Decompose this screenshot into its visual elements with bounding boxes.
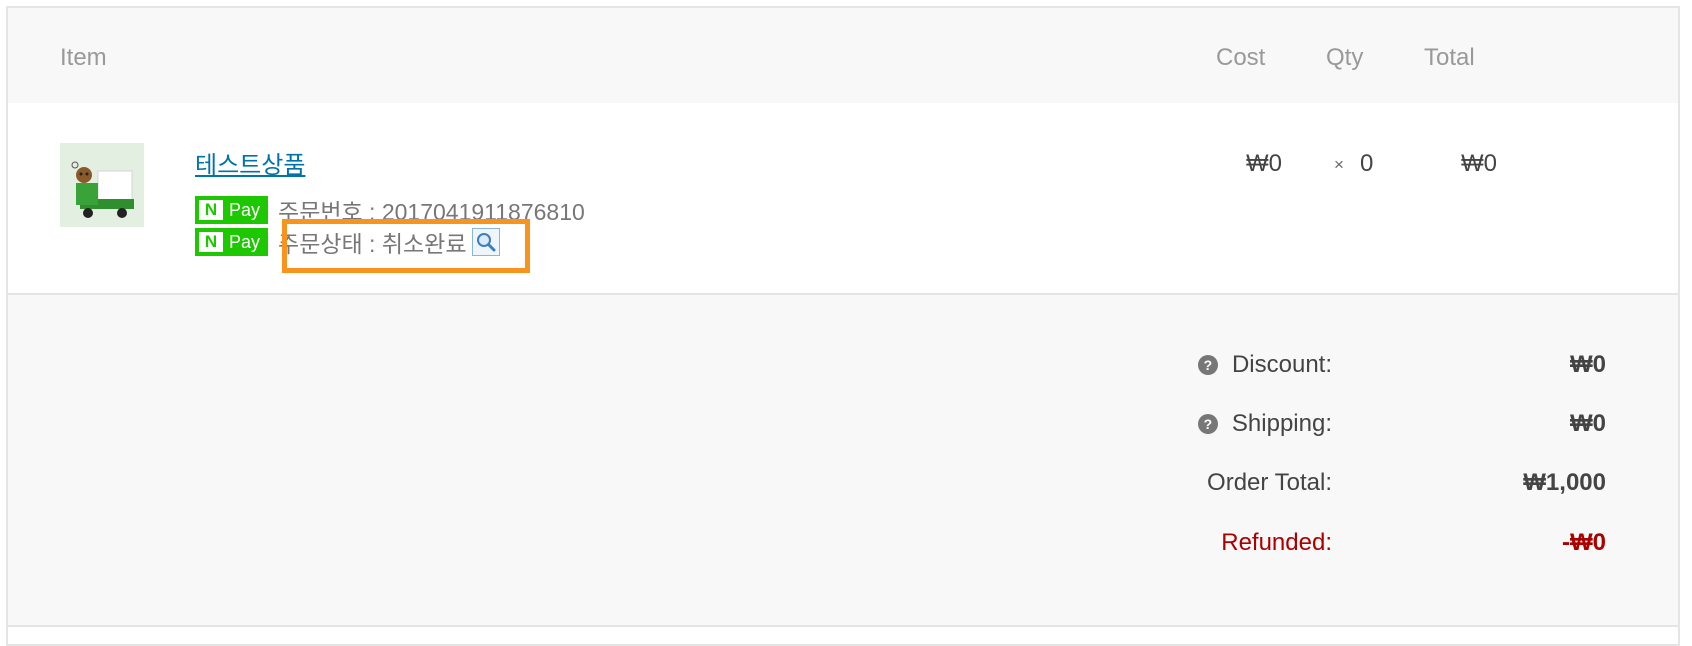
discount-row: ? Discount: ₩0	[8, 351, 1678, 391]
item-qty: 0	[1360, 150, 1374, 177]
refunded-label: Refunded:	[1221, 529, 1332, 556]
status-highlight-box	[282, 219, 530, 273]
discount-label: Discount:	[1231, 351, 1332, 378]
npay-badge: N Pay	[195, 196, 269, 224]
header-cost: Cost	[1216, 44, 1266, 71]
product-thumbnail[interactable]	[60, 143, 144, 227]
order-total-row: Order Total: ₩1,000	[8, 469, 1678, 509]
item-cost: ₩0	[1246, 150, 1282, 177]
refunded-value: -₩0	[1562, 529, 1606, 556]
shipping-value: ₩0	[1570, 410, 1606, 437]
table-row: 테스트상품 N Pay 주문번호 : 2017041911876810 N Pa…	[8, 103, 1678, 295]
npay-n-logo: N	[199, 232, 223, 252]
npay-pay-text: Pay	[229, 231, 261, 252]
header-qty: Qty	[1326, 44, 1364, 71]
help-icon[interactable]: ?	[1197, 414, 1218, 434]
times-sign: ×	[1334, 155, 1344, 174]
npay-badge: N Pay	[195, 228, 269, 256]
help-icon[interactable]: ?	[1197, 355, 1218, 375]
order-items-panel: Item Cost Qty Total 테스트상품 N Pay 주문번호: 2…	[6, 6, 1680, 646]
order-total-label: Order Total:	[1207, 469, 1332, 496]
item-total: ₩0	[1461, 150, 1497, 177]
refunded-row: Refunded: -₩0	[8, 529, 1678, 569]
shipping-label-wrap: ? Shipping:	[1197, 410, 1332, 438]
discount-label-wrap: ? Discount:	[1197, 351, 1332, 379]
order-totals: ? Discount: ₩0 ? Shipping: ₩0 Order Tota…	[8, 295, 1678, 627]
order-total-value: ₩1,000	[1523, 469, 1606, 496]
npay-pay-text: Pay	[229, 199, 261, 220]
discount-value: ₩0	[1570, 351, 1606, 378]
table-header: Item Cost Qty Total	[8, 8, 1678, 103]
shipping-label: Shipping:	[1231, 410, 1332, 437]
header-item: Item	[60, 44, 107, 71]
shipping-row: ? Shipping: ₩0	[8, 410, 1678, 450]
header-total: Total	[1424, 44, 1475, 71]
truck-icon	[71, 161, 134, 218]
npay-n-logo: N	[199, 200, 223, 220]
product-name-link[interactable]: 테스트상품	[195, 145, 305, 180]
